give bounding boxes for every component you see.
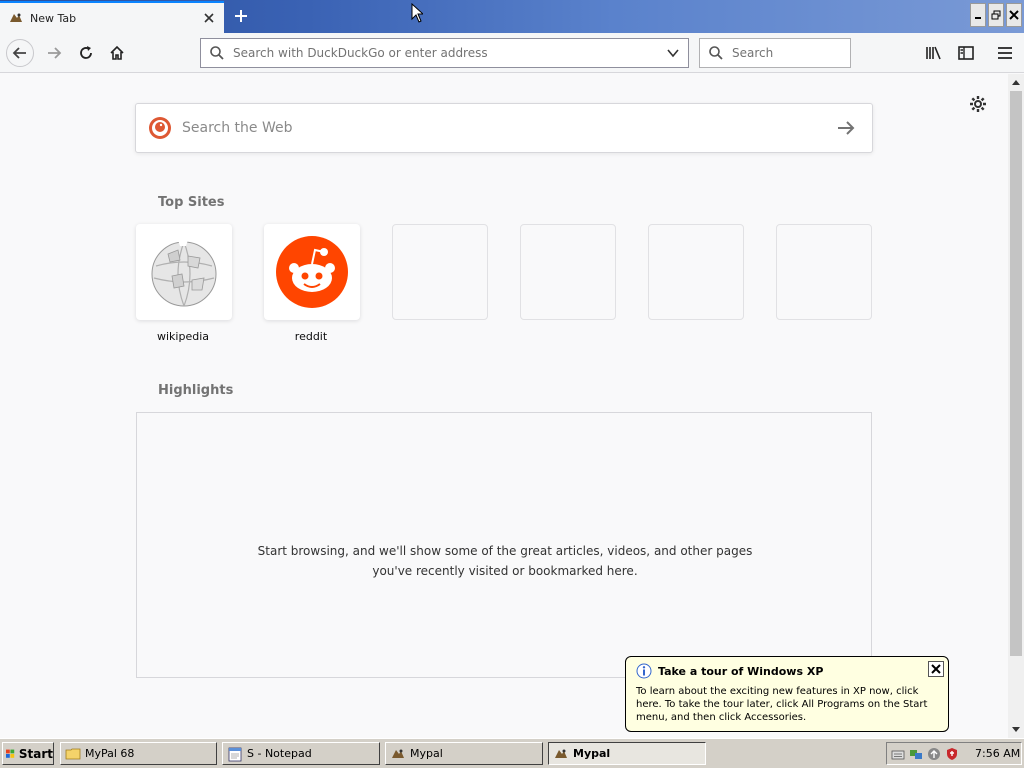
address-bar-placeholder: Search with DuckDuckGo or enter address [233, 46, 488, 60]
scroll-thumb[interactable] [1010, 91, 1022, 656]
vertical-scrollbar[interactable] [1008, 74, 1024, 738]
close-window-button[interactable] [1006, 3, 1022, 27]
top-site-empty[interactable] [520, 224, 616, 320]
reload-button[interactable] [72, 39, 100, 67]
clock: 7:56 AM [975, 747, 1021, 760]
back-button[interactable] [6, 39, 34, 67]
web-search-placeholder: Search the Web [182, 120, 293, 136]
search-bar[interactable]: Search [699, 38, 851, 68]
start-label: Start [18, 746, 53, 761]
taskbar: Start MyPal 68 S - Notepad Mypal Mypal 7… [0, 738, 1024, 768]
windows-tour-balloon[interactable]: Take a tour of Windows XP To learn about… [625, 656, 949, 732]
top-site-reddit[interactable] [264, 224, 360, 320]
forward-button[interactable] [40, 39, 68, 67]
notepad-icon [228, 747, 242, 761]
minimize-button[interactable] [970, 3, 986, 27]
arrow-up-icon [1012, 80, 1020, 85]
windows-logo-icon [6, 749, 15, 758]
address-bar[interactable]: Search with DuckDuckGo or enter address [200, 38, 689, 68]
menu-button[interactable] [991, 39, 1019, 67]
minimize-icon [975, 17, 981, 19]
taskbar-button-mypal[interactable]: Mypal [385, 742, 543, 765]
sidebar-icon [958, 46, 974, 60]
new-tab-page: Search the Web Top Sites wikipedia reddi… [0, 74, 1008, 738]
taskbar-button-label: Mypal [573, 747, 611, 760]
folder-icon [65, 748, 81, 759]
home-button[interactable] [103, 39, 131, 67]
mypal-icon [555, 749, 567, 758]
tab-new-tab[interactable]: New Tab [0, 1, 224, 33]
keyboard-icon[interactable] [891, 747, 905, 761]
sidebar-button[interactable] [952, 39, 980, 67]
top-site-label: reddit [294, 330, 328, 343]
start-button[interactable]: Start [2, 742, 54, 765]
info-icon [636, 663, 652, 679]
hamburger-menu-icon [998, 47, 1012, 59]
scroll-up-button[interactable] [1008, 74, 1024, 90]
chevron-down-icon[interactable] [666, 46, 680, 60]
scroll-down-button[interactable] [1008, 722, 1024, 738]
top-site-wikipedia[interactable] [136, 224, 232, 320]
web-search-box[interactable]: Search the Web [135, 103, 873, 153]
search-icon [210, 46, 224, 60]
close-icon [1009, 10, 1019, 20]
top-site-empty[interactable] [392, 224, 488, 320]
new-tab-button[interactable] [228, 4, 254, 28]
top-site-label: wikipedia [156, 330, 209, 343]
system-tray: 7:56 AM [886, 742, 1022, 765]
home-icon [110, 45, 124, 60]
duckduckgo-icon [149, 117, 171, 139]
tab-close-button[interactable] [198, 7, 220, 29]
top-site-empty[interactable] [776, 224, 872, 320]
security-shield-icon[interactable] [945, 747, 959, 761]
back-arrow-icon [12, 47, 26, 59]
plus-icon [235, 10, 247, 22]
balloon-title: Take a tour of Windows XP [636, 663, 938, 679]
mypal-icon [392, 749, 404, 758]
highlights-panel: Start browsing, and we'll show some of t… [136, 412, 872, 678]
balloon-close-button[interactable] [928, 661, 944, 677]
search-bar-placeholder: Search [732, 46, 774, 60]
top-sites-heading: Top Sites [158, 195, 225, 210]
balloon-title-text: Take a tour of Windows XP [658, 664, 824, 678]
forward-arrow-icon [48, 47, 62, 59]
browser-screen: New Tab Search with DuckDuckGo or enter … [0, 0, 1024, 768]
wikipedia-icon [151, 240, 217, 307]
close-icon [931, 664, 941, 674]
tab-strip: New Tab [0, 0, 1024, 33]
update-icon[interactable] [927, 747, 941, 761]
network-icon[interactable] [909, 747, 923, 761]
library-icon [926, 46, 941, 60]
search-icon [709, 46, 723, 60]
mouse-cursor-icon [411, 3, 423, 23]
arrow-right-icon[interactable] [834, 116, 858, 140]
tab-title: New Tab [30, 11, 77, 25]
taskbar-button-label: S - Notepad [247, 747, 312, 760]
reload-icon [80, 46, 92, 59]
close-icon [204, 13, 214, 23]
restore-button[interactable] [988, 3, 1004, 27]
taskbar-button-label: MyPal 68 [85, 747, 135, 760]
reddit-icon [276, 236, 348, 308]
navigation-toolbar: Search with DuckDuckGo or enter address … [0, 33, 1024, 73]
highlights-empty-message: Start browsing, and we'll show some of t… [257, 544, 753, 578]
taskbar-button-mypal-folder[interactable]: MyPal 68 [60, 742, 217, 765]
top-site-empty[interactable] [648, 224, 744, 320]
mypal-icon [10, 13, 22, 22]
window-controls [970, 3, 1022, 27]
balloon-body: To learn about the exciting new features… [636, 686, 928, 723]
taskbar-button-label: Mypal [410, 747, 443, 760]
library-button[interactable] [920, 39, 948, 67]
arrow-down-icon [1012, 727, 1020, 732]
taskbar-button-notepad[interactable]: S - Notepad [222, 742, 380, 765]
taskbar-button-mypal-active[interactable]: Mypal [548, 742, 706, 765]
restore-icon [991, 10, 1001, 20]
gear-icon[interactable] [968, 94, 988, 114]
highlights-heading: Highlights [158, 383, 234, 398]
